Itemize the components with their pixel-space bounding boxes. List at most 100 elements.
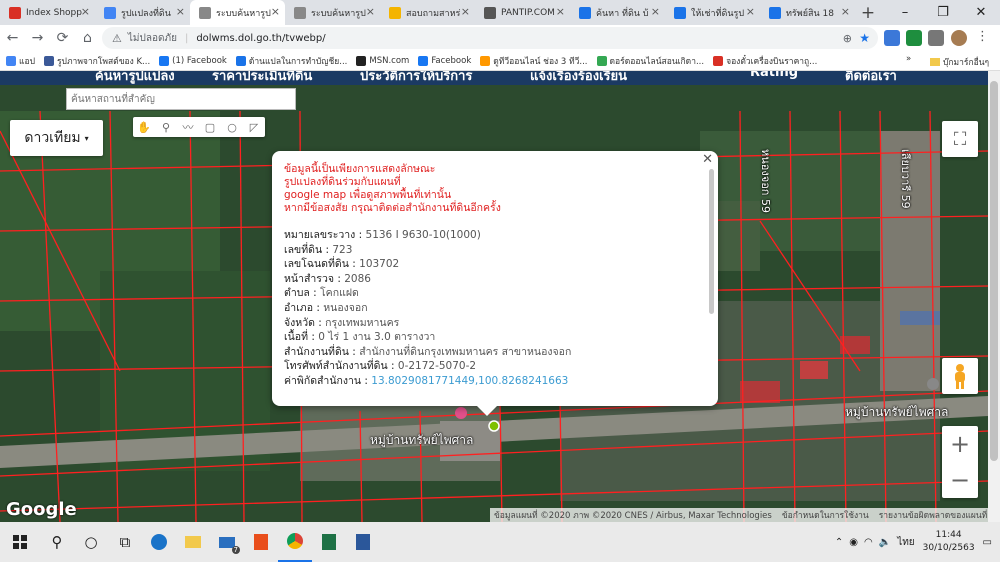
nav-item[interactable]: Rating [750,71,798,80]
field-label: โทรศัพท์สำนักงานที่ดิน [284,360,388,373]
tab-close-icon[interactable]: × [366,5,375,18]
tab-close-icon[interactable]: × [651,5,660,18]
nav-item[interactable]: ราคาประเมินที่ดิน [212,71,312,85]
tab-close-icon[interactable]: × [176,5,185,18]
hand-pan-icon[interactable]: ✋ [133,117,155,137]
menu-kebab-icon[interactable]: ⋮ [976,29,989,44]
home-button[interactable]: ⌂ [75,25,100,51]
bookmark-item[interactable]: ดอร์ดออนไลน์สอนเกิดา... [596,54,704,68]
zoom-out-button[interactable]: − [942,462,978,498]
chrome-icon[interactable] [278,522,312,562]
coordinates-link[interactable]: 13.8029081771449,100.8268241663 [371,375,568,387]
task-view-icon[interactable]: ⧉ [108,522,142,562]
tab-close-icon[interactable]: × [556,5,565,18]
bookmark-star-icon[interactable]: ★ [859,31,870,45]
nav-item[interactable]: ประวัติการให้บริการ [360,71,472,85]
polygon-icon[interactable]: ◸ [243,117,265,137]
marker-icon[interactable]: ⚲ [155,117,177,137]
extension-icon[interactable] [884,30,900,46]
tab-favicon-icon [389,7,401,19]
tab-close-icon[interactable]: × [841,5,850,18]
nav-item[interactable]: ค้นหารูปแปลง [95,71,175,85]
close-icon[interactable]: ✕ [702,152,713,167]
back-button[interactable]: ← [0,25,25,51]
zoom-icon[interactable]: ⊕ [843,32,852,45]
page-scrollbar[interactable] [988,71,1000,522]
mail-icon[interactable]: 7 [210,522,244,562]
parcel-field-row: สำนักงานที่ดิน : สำนักงานที่ดินกรุงเทพมห… [284,345,704,360]
network-icon[interactable]: ◉ [849,537,858,548]
browser-tab[interactable]: Index Shopp × [0,0,95,25]
other-bookmarks-folder[interactable]: บุ๊กมาร์กอื่นๆ [930,55,989,69]
search-icon[interactable]: ⚲ [40,522,74,562]
browser-tab[interactable]: ให้เช่าที่ดินรูป × [665,0,760,25]
excel-icon[interactable] [312,522,346,562]
tab-close-icon[interactable]: × [271,5,280,18]
browser-tab[interactable]: ระบบค้นหารูป × [190,0,285,25]
cortana-icon[interactable]: ○ [74,522,108,562]
reload-button[interactable]: ⟳ [50,25,75,51]
close-window-button[interactable]: ✕ [962,0,1000,25]
file-explorer-icon[interactable] [176,522,210,562]
tab-favicon-icon [769,7,781,19]
pegman-streetview-button[interactable] [942,358,978,394]
report-error-link[interactable]: รายงานข้อผิดพลาดของแผนที่ [879,508,988,522]
field-label: หมายเลขระวาง [284,229,356,241]
bookmark-label: รูปภาพจากโพสต์ของ K... [56,56,151,67]
maximize-button[interactable]: ❐ [924,0,962,25]
nav-item[interactable]: ติดต่อเรา [845,71,897,85]
place-search-input[interactable] [66,88,296,110]
notification-icon[interactable]: ▭ [983,537,992,548]
profile-avatar[interactable] [951,30,967,46]
clock[interactable]: 11:44 30/10/2563 [923,529,975,555]
bookmark-item[interactable]: (1) Facebook [159,54,227,68]
volume-icon[interactable]: 🔈 [879,537,891,548]
field-label: ค่าพิกัดสำนักงาน [284,374,362,387]
browser-tab[interactable]: สอบถามสาหร่ × [380,0,475,25]
map-type-dropdown[interactable]: ดาวเทียม ▾ [10,120,103,156]
browser-tab[interactable]: ทรัพย์สิน 18 × [760,0,855,25]
attribution-text: ข้อมูลแผนที่ ©2020 ภาพ ©2020 CNES / Airb… [494,511,772,521]
rectangle-icon[interactable]: ▢ [199,117,221,137]
minimize-button[interactable]: – [886,0,924,25]
browser-tab[interactable]: ค้นหา ที่ดิน บ้ × [570,0,665,25]
bookmark-item[interactable]: จองตั๋วเครื่องบินราคาถู... [713,54,817,68]
nav-item[interactable]: แจ้งเรื่องร้องเรียน [530,71,627,85]
browser-tab[interactable]: PANTIP.COM × [475,0,570,25]
tab-close-icon[interactable]: × [461,5,470,18]
extension-icon[interactable] [906,30,922,46]
bookmark-item[interactable]: ดูทีวีออนไลน์ ช่อง 3 ทีวี... [480,54,588,68]
fullscreen-button[interactable]: ⛶ [942,121,978,157]
chevron-up-icon[interactable]: ⌃ [835,537,843,548]
tab-close-icon[interactable]: × [746,5,755,18]
bookmark-item[interactable]: Facebook [418,54,471,68]
bookmark-item[interactable]: ด้านแปลในการทำบัญชีย... [235,54,347,68]
forward-button[interactable]: → [25,25,50,51]
office-icon[interactable] [244,522,278,562]
extensions-puzzle-icon[interactable] [928,30,944,46]
word-icon[interactable] [346,522,380,562]
bookmark-item[interactable]: รูปภาพจากโพสต์ของ K... [43,54,151,68]
field-separator: : [387,360,398,373]
field-label: เลขโฉนดที่ดิน [284,258,349,271]
start-button[interactable] [0,522,40,562]
more-bookmarks-button[interactable]: » [906,54,911,64]
info-scrollbar[interactable] [709,169,714,314]
circle-icon[interactable]: ○ [221,117,243,137]
browser-tab[interactable]: ระบบค้นหารูป × [285,0,380,25]
bookmark-item[interactable]: แอป [6,54,35,68]
tab-favicon-icon [199,7,211,19]
zoom-in-button[interactable]: + [942,426,978,462]
address-bar[interactable]: ⚠ ไม่ปลอดภัย | dolwms.dol.go.th/tvwebp/ … [102,27,878,49]
browser-tab[interactable]: รูปแปลงที่ดิน × [95,0,190,25]
new-tab-button[interactable]: + [855,0,881,25]
bookmark-item[interactable]: MSN.com [356,54,409,68]
tab-close-icon[interactable]: × [81,5,90,18]
parcel-field-row: จังหวัด : กรุงเทพมหานคร [284,316,704,331]
bookmark-favicon-icon [480,55,491,66]
wifi-icon[interactable]: ◠ [864,537,873,548]
terms-link[interactable]: ข้อกำหนดในการใช้งาน [782,508,869,522]
polyline-icon[interactable]: 〰 [177,117,199,137]
language-indicator[interactable]: ไทย [897,535,914,550]
edge-icon[interactable] [142,522,176,562]
